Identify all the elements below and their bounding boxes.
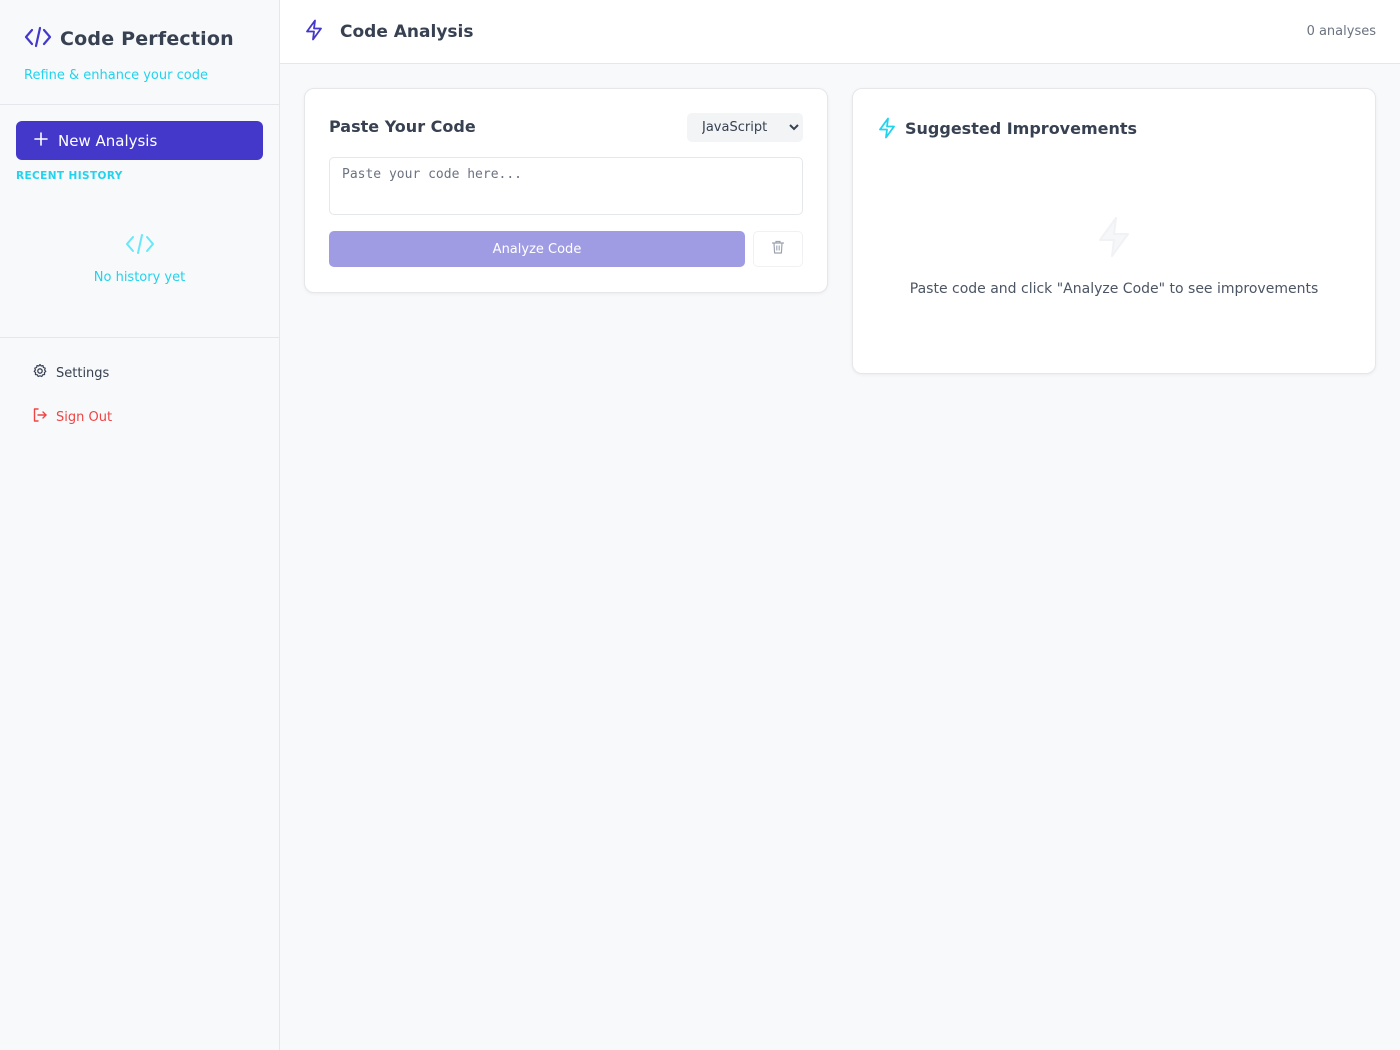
sidebar-divider [0, 337, 279, 338]
improvements-title: Suggested Improvements [905, 118, 1138, 138]
lightning-icon [304, 19, 324, 45]
code-input-panel: Paste Your Code JavaScript Analyze Code [304, 88, 828, 293]
recent-history-heading: RECENT HISTORY [16, 170, 123, 182]
lightning-icon [1094, 217, 1134, 263]
history-empty-state: No history yet [0, 230, 279, 285]
brand-area: Code Perfection Refine & enhance your co… [0, 0, 279, 105]
brand-title: Code Perfection [60, 28, 234, 50]
analyze-code-button[interactable]: Analyze Code [329, 231, 745, 267]
code-icon [124, 234, 156, 262]
main-area: Code Analysis 0 analyses Paste Your Code… [280, 0, 1400, 1050]
top-bar: Code Analysis 0 analyses [280, 0, 1400, 64]
new-analysis-button[interactable]: New Analysis [16, 121, 263, 160]
sign-out-link[interactable]: Sign Out [32, 407, 112, 427]
code-icon [24, 24, 52, 54]
trash-icon [770, 239, 786, 259]
improvements-empty-state: Paste code and click "Analyze Code" to s… [853, 215, 1375, 297]
gear-icon [32, 363, 48, 383]
analyses-count: 0 analyses [1306, 24, 1376, 39]
clear-code-button[interactable] [753, 231, 803, 267]
new-analysis-label: New Analysis [58, 131, 158, 150]
sidebar: Code Perfection Refine & enhance your co… [0, 0, 280, 1050]
sign-out-icon [32, 407, 48, 427]
language-select[interactable]: JavaScript [687, 113, 803, 142]
improvements-panel: Suggested Improvements Paste code and cl… [852, 88, 1376, 374]
page-title: Code Analysis [340, 21, 474, 42]
settings-label: Settings [56, 365, 110, 381]
plus-icon [34, 131, 48, 150]
sign-out-label: Sign Out [56, 409, 113, 425]
code-panel-title: Paste Your Code [329, 117, 476, 136]
settings-link[interactable]: Settings [32, 363, 109, 383]
code-input[interactable] [329, 157, 803, 215]
brand-subtitle: Refine & enhance your code [24, 68, 208, 83]
lightning-icon [877, 117, 897, 139]
history-empty-text: No history yet [93, 270, 186, 285]
improvements-empty-text: Paste code and click "Analyze Code" to s… [909, 281, 1319, 297]
